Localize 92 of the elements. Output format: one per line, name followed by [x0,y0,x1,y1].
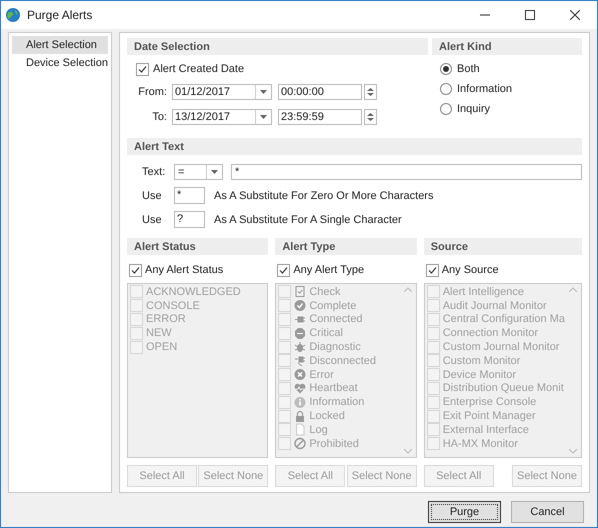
list-item-label: Connection Monitor [442,327,538,340]
stop-sign-icon [294,326,306,340]
section-header: Alert Type [275,238,417,255]
list-item-label: ACKNOWLEDGED [146,286,241,298]
list-item-label: HA-MX Monitor [442,438,518,450]
list-item-label: Diagnostic [309,341,361,354]
list-item-label: Device Monitor [442,368,516,381]
checkbox[interactable] [136,62,149,76]
field-label: Use [142,190,163,202]
unplugged-icon [294,354,306,368]
scroll-up-icon[interactable] [404,287,412,292]
dialog-button[interactable]: Cancel [511,501,584,523]
list-item-label: Critical [309,327,343,340]
radio-button[interactable] [440,82,452,94]
checkbox-label: Alert Created Date [153,63,244,75]
list-item-label: Enterprise Console [442,396,536,408]
wildcard-description: As A Substitute For Zero Or More Characters [214,190,434,202]
dialog-button[interactable]: Purge [428,501,501,523]
field-label: Text: [142,166,166,178]
wildcard-field[interactable]: * [174,187,205,204]
list-item-label: Distribution Queue Monit [442,382,564,394]
check-circle-icon [294,299,306,312]
operator-dropdown[interactable]: = [174,164,223,180]
radio-button[interactable] [440,62,452,74]
list-item-label: Complete [309,300,356,312]
list-item-label: Connected [309,313,363,326]
text-field[interactable]: * [231,164,582,180]
sidebar-item[interactable]: Device Selection [12,54,108,72]
checkbox-label: Any Alert Status [145,264,224,276]
clipboard-icon [294,285,306,298]
date-picker[interactable]: 01/12/2017 [172,84,272,100]
list-item-label: Exit Point Manager [442,410,536,422]
list-item-label: Log [309,424,328,436]
list-item-label: ERROR [146,313,186,326]
caret-icon[interactable] [211,170,218,174]
scroll-up-icon[interactable] [569,287,577,292]
wildcard-description: As A Substitute For A Single Character [214,214,402,226]
checkbox[interactable] [129,264,142,276]
list-item-label: Check [309,286,341,298]
list-item-label: Central Configuration Ma [442,313,565,326]
checkbox[interactable] [426,264,439,276]
prohibited-icon [294,437,306,450]
checkbox[interactable] [277,264,290,276]
list-item-label: Error [309,368,334,381]
radio-label: Inquiry [457,102,490,114]
maximize-icon [524,10,534,20]
info-circle-icon [294,396,306,409]
list-item-label: Custom Journal Monitor [442,341,560,354]
list-item-label: Audit Journal Monitor [442,300,547,312]
sidebar-item[interactable]: Alert Selection [12,36,108,54]
section-header: Alert Text [127,138,582,155]
wildcard-field[interactable]: ? [174,211,205,228]
list-item-label: Locked [309,410,345,422]
list-item-label: Information [309,396,364,408]
radio-button[interactable] [440,102,452,114]
list-item-label: External Interface [442,424,529,436]
list-item-label: Alert Intelligence [442,286,524,298]
time-field[interactable]: 00:00:00 [278,84,362,100]
close-icon [570,10,580,20]
field-label: Use [142,214,163,226]
window-title: Purge Alerts [27,8,94,22]
checkbox-label: Any Alert Type [293,264,364,276]
section-header: Alert Kind [432,38,582,55]
spinner-icon[interactable] [364,109,377,125]
scroll-down-icon[interactable] [404,449,412,454]
section-header: Date Selection [127,38,428,55]
section-header: Source [424,238,582,255]
list-item-label: OPEN [146,341,178,354]
close-circle-icon [294,368,306,382]
spinner-icon[interactable] [364,84,377,100]
radio-label: Both [457,62,480,74]
padlock-icon [294,410,306,423]
list-item-label: CONSOLE [146,300,200,312]
caret-icon[interactable] [260,115,267,119]
time-field[interactable]: 23:59:59 [278,109,362,125]
field-label: To: [151,111,167,123]
checkbox-label: Any Source [442,264,499,276]
radio-label: Information [457,82,512,94]
heart-icon [294,382,306,395]
list-item-label: Custom Monitor [442,354,520,367]
date-picker[interactable]: 13/12/2017 [172,109,272,125]
scroll-down-icon[interactable] [569,449,577,454]
caret-icon[interactable] [260,90,267,94]
section-header: Alert Status [127,238,268,255]
list-item-label: Heartbeat [309,382,358,394]
list-item-label: Disconnected [309,354,376,367]
list-item-label: NEW [146,327,172,340]
bug-icon [294,340,306,354]
document-icon [294,423,306,436]
field-label: From: [137,86,167,98]
list-item-label: Prohibited [309,438,359,450]
app-logo-icon [5,7,21,23]
